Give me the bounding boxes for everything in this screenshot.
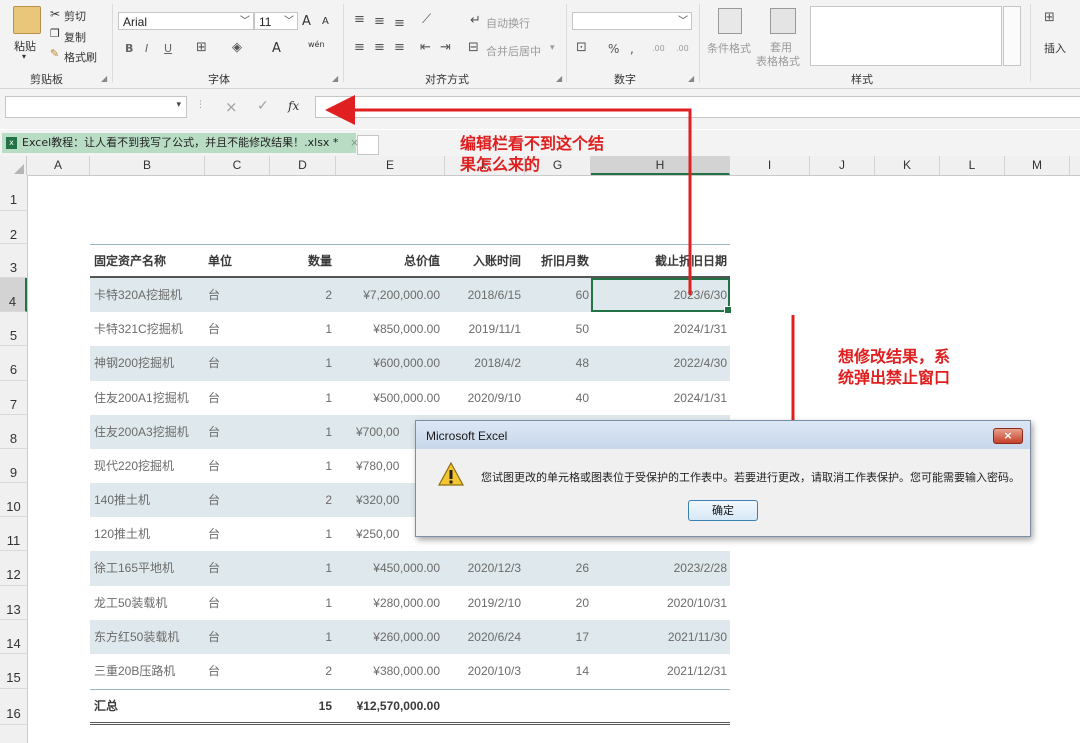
dialog-ok-button[interactable]: 确定 bbox=[688, 500, 758, 521]
dialog-titlebar[interactable] bbox=[416, 421, 1030, 449]
dialog-close-button[interactable]: × bbox=[993, 428, 1023, 444]
dialog-title: Microsoft Excel bbox=[426, 429, 508, 443]
close-icon: × bbox=[1003, 429, 1013, 442]
formula-note: 编辑栏看不到这个结 果怎么来的 bbox=[460, 134, 605, 174]
dialog-message: 您试图更改的单元格或图表位于受保护的工作表中。若要进行更改，请取消工作表保护。您… bbox=[481, 471, 1020, 484]
dialog-note: 想修改结果，系 统弹出禁止窗口 bbox=[838, 347, 951, 387]
warning-icon bbox=[437, 461, 465, 486]
